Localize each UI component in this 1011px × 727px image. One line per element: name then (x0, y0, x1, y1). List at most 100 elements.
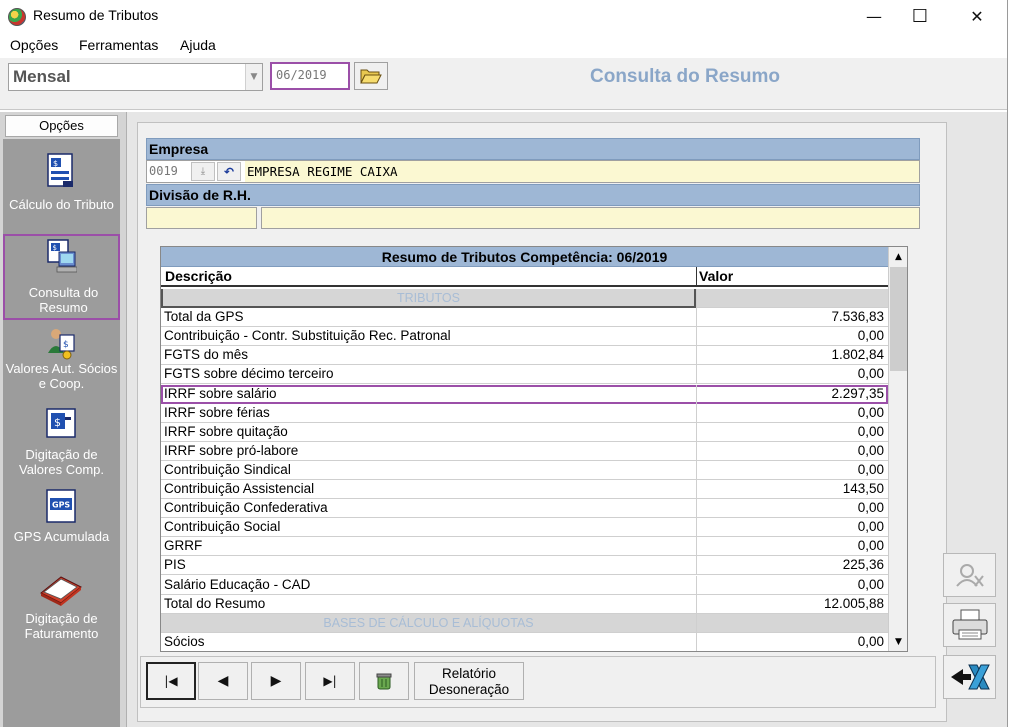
cell-valor: 1.802,84 (831, 347, 884, 363)
close-button[interactable]: ✕ (954, 0, 1000, 32)
menu-ajuda[interactable]: Ajuda (180, 37, 216, 53)
ledger-book-icon (40, 576, 82, 606)
exit-button[interactable] (943, 655, 996, 699)
table-row[interactable]: Contribuição Sindical 0,00 (161, 460, 888, 480)
table-section-row[interactable]: BASES DE CÁLCULO E ALÍQUOTAS (161, 613, 888, 633)
column-header-valor: Valor (699, 268, 734, 284)
sidebar-item-gps-acumulada[interactable]: GPS GPS Acumulada (3, 489, 120, 567)
minimize-button[interactable]: — (851, 0, 897, 32)
find-person-button[interactable] (943, 553, 996, 597)
next-record-button[interactable]: ▶ (251, 662, 301, 700)
table-row[interactable]: IRRF sobre férias 0,00 (161, 403, 888, 423)
table-row[interactable]: Total do Resumo 12.005,88 (161, 594, 888, 614)
competencia-value: 06/2019 (276, 68, 327, 82)
table-row[interactable]: IRRF sobre salário 2.297,35 (161, 384, 888, 404)
cell-valor: 225,36 (842, 557, 884, 573)
vertical-scrollbar[interactable]: ▲ ▼ (888, 247, 907, 651)
scroll-down-icon[interactable]: ▼ (889, 632, 907, 651)
table-row[interactable]: FGTS do mês 1.802,84 (161, 346, 888, 366)
table-row[interactable]: GRRF 0,00 (161, 537, 888, 557)
table-header-row: Descrição Valor (161, 267, 888, 287)
cell-descricao: Contribuição Assistencial (164, 481, 315, 496)
cell-valor: 7.536,83 (831, 309, 884, 325)
sidebar-item-label: Digitação de Valores Comp. (18, 447, 104, 477)
cell-valor: 0,00 (857, 366, 884, 382)
divisao-name-input[interactable] (261, 207, 920, 229)
cell-valor: 0,00 (857, 500, 884, 516)
cell-valor: 143,50 (842, 481, 884, 496)
cell-descricao: Contribuição - Contr. Substituição Rec. … (164, 328, 451, 344)
empresa-name: EMPRESA REGIME CAIXA (245, 161, 919, 182)
app-logo-icon (8, 8, 26, 26)
scroll-thumb[interactable] (890, 267, 907, 371)
print-button[interactable] (943, 603, 996, 647)
table-row[interactable]: Contribuição - Contr. Substituição Rec. … (161, 327, 888, 347)
table-row[interactable]: IRRF sobre pró-labore 0,00 (161, 441, 888, 461)
cell-descricao: Total do Resumo (164, 595, 266, 611)
table-row[interactable]: Sócios 0,00 (161, 632, 888, 651)
undo-icon[interactable]: ↶ (217, 162, 241, 181)
computer-consult-icon: $ (47, 239, 77, 273)
first-record-button[interactable]: |◀ (146, 662, 196, 700)
divisao-label: Divisão de R.H. (146, 184, 920, 206)
table-row[interactable]: Contribuição Confederativa 0,00 (161, 499, 888, 519)
cell-descricao: Contribuição Sindical (164, 461, 291, 477)
divisao-code-input[interactable] (146, 207, 257, 229)
relatorio-desoneracao-button[interactable]: Relatório Desoneração (414, 662, 524, 700)
column-divider (696, 632, 697, 651)
column-divider (696, 365, 697, 385)
scroll-up-icon[interactable]: ▲ (889, 247, 907, 266)
open-folder-button[interactable] (354, 62, 388, 90)
svg-text:$: $ (53, 244, 57, 252)
table-row[interactable]: Contribuição Assistencial 143,50 (161, 480, 888, 499)
cell-valor: 0,00 (857, 576, 884, 592)
cell-descricao: TRIBUTOS (161, 289, 696, 308)
table-row[interactable]: Salário Educação - CAD 0,00 (161, 575, 888, 595)
sidebar-item-label: Digitação de Faturamento (24, 611, 99, 641)
open-folder-icon (360, 69, 382, 84)
table-row[interactable]: IRRF sobre quitação 0,00 (161, 422, 888, 442)
svg-text:GPS: GPS (52, 501, 70, 510)
maximize-button[interactable]: ☐ (897, 0, 943, 32)
sidebar-item-label: GPS Acumulada (13, 529, 110, 544)
window-border (1007, 0, 1008, 727)
first-record-icon: |◀ (164, 674, 178, 688)
chevron-down-icon[interactable]: ▼ (245, 64, 262, 90)
table-row[interactable]: Contribuição Social 0,00 (161, 518, 888, 538)
printer-icon (952, 609, 987, 640)
delete-button[interactable] (359, 662, 409, 700)
period-type-select[interactable]: Mensal ▼ (8, 63, 263, 91)
column-divider (696, 422, 697, 442)
cell-descricao: Contribuição Confederativa (164, 500, 328, 516)
table-row[interactable]: PIS 225,36 (161, 556, 888, 576)
column-divider (696, 575, 697, 595)
cell-valor: 2.297,35 (831, 385, 884, 401)
sidebar-item-valores-aut[interactable]: $ Valores Aut. Sócios e Coop. (3, 329, 120, 403)
previous-record-button[interactable]: ◀ (198, 662, 248, 700)
column-divider (696, 346, 697, 366)
sidebar-item-digitacao-faturamento[interactable]: Digitação de Faturamento (3, 571, 120, 651)
cell-valor: 0,00 (857, 423, 884, 439)
sidebar-item-label: Consulta do Resumo (28, 285, 99, 315)
table-section-row[interactable]: TRIBUTOS (161, 289, 888, 308)
column-divider (696, 613, 697, 633)
cell-descricao: IRRF sobre pró-labore (164, 442, 299, 458)
sidebar-item-calculo-tributo[interactable]: $ Cálculo do Tributo (3, 153, 120, 233)
table-row[interactable]: Total da GPS 7.536,83 (161, 308, 888, 328)
menu-ferramentas[interactable]: Ferramentas (79, 37, 158, 53)
column-divider (696, 384, 697, 404)
last-record-button[interactable]: ▶| (305, 662, 355, 700)
cell-valor: 0,00 (857, 404, 884, 420)
empresa-code[interactable]: 0019 (149, 163, 189, 180)
column-divider (696, 289, 697, 308)
table-row[interactable]: FGTS sobre décimo terceiro 0,00 (161, 365, 888, 385)
sidebar-item-consulta-resumo[interactable]: $ Consulta do Resumo (3, 234, 120, 320)
download-icon[interactable]: ⤓ (191, 162, 215, 181)
column-divider (696, 267, 697, 287)
tributos-table: Resumo de Tributos Competência: 06/2019 … (160, 246, 908, 652)
sidebar-item-digitacao-valores[interactable]: $ Digitação de Valores Comp. (3, 407, 120, 485)
menu-opcoes[interactable]: Opções (10, 37, 58, 53)
money-entry-icon: $ (46, 408, 76, 438)
competencia-input[interactable]: 06/2019 (270, 62, 350, 90)
cell-valor: 0,00 (857, 633, 884, 649)
